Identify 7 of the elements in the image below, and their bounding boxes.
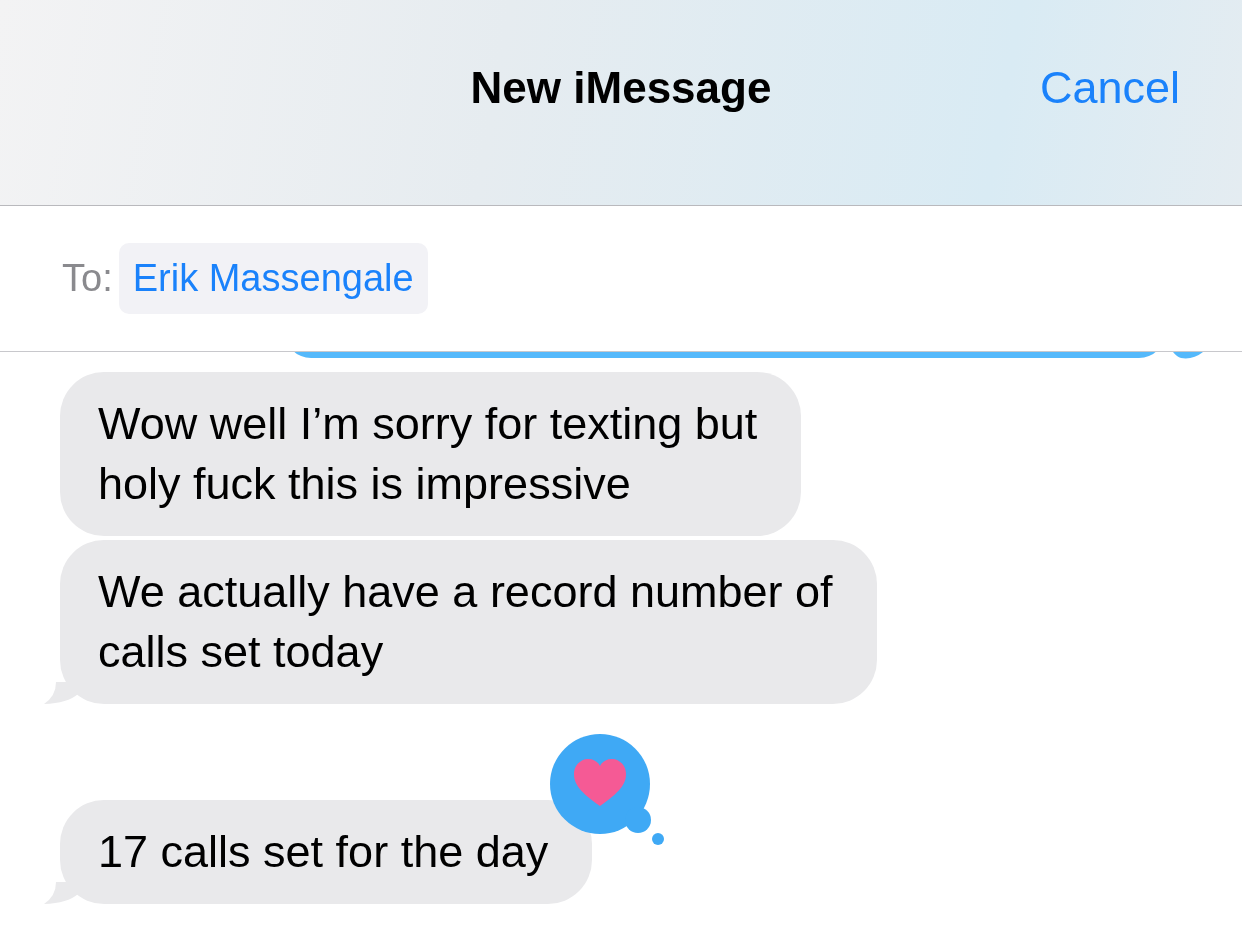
recipient-chip[interactable]: Erik Massengale <box>118 243 428 314</box>
received-message-bubble: 17 calls set for the day <box>60 800 593 904</box>
window-title: New iMessage <box>470 62 772 113</box>
received-message-bubble: We actually have a record number of calls set today <box>60 540 877 704</box>
received-message-bubble: Wow well I’m sorry for texting but holy fuck this is impressive <box>60 372 802 536</box>
to-label: To: <box>62 257 113 300</box>
cancel-button[interactable]: Cancel <box>1039 62 1180 114</box>
